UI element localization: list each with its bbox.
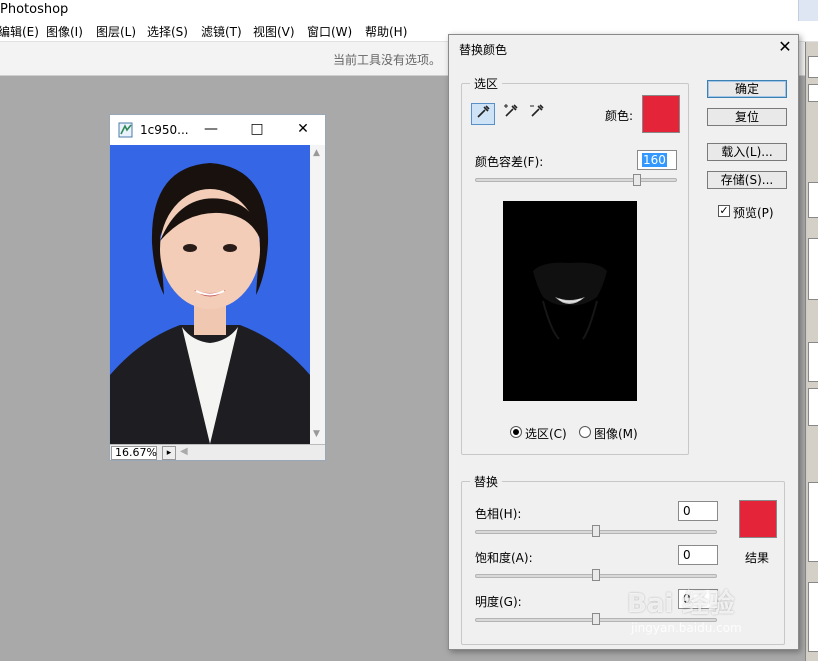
document-name: 1c950... [140, 123, 189, 137]
document-canvas[interactable] [110, 145, 310, 444]
document-title-bar[interactable]: 1c950... — □ ✕ [110, 115, 325, 145]
document-status-bar: 16.67% ▸ ◀ [110, 444, 325, 460]
portrait-photo [110, 145, 310, 444]
saturation-label: 饱和度(A): [475, 551, 533, 565]
eyedropper-plus-icon [504, 104, 518, 117]
minimize-button[interactable]: — [198, 118, 224, 140]
app-title: Photoshop [0, 2, 69, 17]
app-title-bar: Photoshop [0, 0, 818, 21]
save-button[interactable]: 存储(S)... [707, 171, 787, 189]
image-view-radio[interactable] [579, 426, 591, 438]
eyedropper-icon [477, 105, 490, 118]
selection-mask-preview [533, 262, 607, 340]
lightness-label: 明度(G): [475, 595, 522, 609]
scroll-down-icon[interactable]: ▼ [313, 429, 320, 439]
palette-tab[interactable] [808, 56, 818, 78]
preview-checkbox[interactable]: ✓ [718, 205, 730, 217]
hue-slider-thumb[interactable] [592, 525, 600, 537]
vertical-scrollbar[interactable]: ▲ ▼ [310, 145, 325, 444]
selection-view-label: 选区(C) [525, 427, 567, 441]
palette-tab[interactable] [808, 482, 818, 562]
scroll-up-icon[interactable]: ▲ [313, 148, 320, 158]
status-menu-icon[interactable]: ▸ [162, 446, 176, 460]
menu-help[interactable]: 帮助(H) [365, 23, 407, 40]
lightness-slider-thumb[interactable] [592, 613, 600, 625]
image-view-label: 图像(M) [594, 427, 638, 441]
fuzziness-value: 160 [642, 153, 667, 167]
menu-edit[interactable]: 编辑(E) [0, 23, 39, 40]
menu-window[interactable]: 窗口(W) [307, 23, 352, 40]
document-icon [118, 122, 133, 138]
menu-layer[interactable]: 图层(L) [96, 23, 136, 40]
selection-legend: 选区 [474, 77, 499, 91]
window-edge [798, 0, 818, 21]
palette-dock [805, 42, 818, 661]
options-hint: 当前工具没有选项。 [333, 53, 442, 67]
ok-button[interactable]: 确定 [707, 80, 787, 98]
reset-button[interactable]: 复位 [707, 108, 787, 126]
menu-select[interactable]: 选择(S) [147, 23, 188, 40]
menu-view[interactable]: 视图(V) [253, 23, 295, 40]
palette-tab[interactable] [808, 84, 818, 102]
zoom-level[interactable]: 16.67% [111, 446, 157, 460]
hue-input[interactable]: 0 [678, 501, 718, 521]
palette-tab[interactable] [808, 342, 818, 382]
palette-tab[interactable] [808, 388, 818, 426]
result-color-swatch[interactable] [739, 500, 777, 538]
eyedropper-tool[interactable] [471, 103, 495, 125]
palette-tab[interactable] [808, 582, 818, 652]
preview-label: 预览(P) [733, 206, 774, 220]
fuzziness-input[interactable]: 160 [637, 150, 677, 170]
selection-preview [503, 201, 637, 401]
selection-color-swatch[interactable] [642, 95, 680, 133]
hue-label: 色相(H): [475, 507, 522, 521]
maximize-button[interactable]: □ [244, 118, 270, 140]
eyedropper-minus-icon [530, 104, 544, 117]
fuzziness-slider-thumb[interactable] [632, 174, 641, 186]
load-button[interactable]: 载入(L)... [707, 143, 787, 161]
dialog-close-button[interactable]: ✕ [775, 37, 795, 57]
subtract-from-sample-tool[interactable] [525, 103, 549, 125]
palette-tab[interactable] [808, 238, 818, 300]
saturation-slider-thumb[interactable] [592, 569, 600, 581]
fuzziness-label: 颜色容差(F): [475, 155, 544, 169]
replace-color-dialog: 替换颜色 ✕ 选区 颜色: 颜色容差(F): 160 选区(C) 图像(M) 确… [448, 34, 799, 650]
result-label: 结果 [745, 551, 770, 565]
selection-view-radio[interactable] [510, 426, 522, 438]
document-window[interactable]: 1c950... — □ ✕ ▲ ▼ 16.67% ▸ ◀ [109, 114, 326, 461]
dialog-title: 替换颜色 [459, 43, 508, 57]
horizontal-scrollbar[interactable]: ◀ [180, 446, 308, 460]
saturation-input[interactable]: 0 [678, 545, 718, 565]
close-button[interactable]: ✕ [290, 118, 316, 140]
menu-image[interactable]: 图像(I) [46, 23, 83, 40]
palette-tab[interactable] [808, 182, 818, 218]
lightness-input[interactable]: 0 [678, 589, 718, 609]
color-label: 颜色: [605, 109, 634, 123]
replacement-legend: 替换 [474, 475, 499, 489]
menu-filter[interactable]: 滤镜(T) [201, 23, 242, 40]
fuzziness-slider[interactable] [475, 178, 677, 182]
add-to-sample-tool[interactable] [499, 103, 523, 125]
